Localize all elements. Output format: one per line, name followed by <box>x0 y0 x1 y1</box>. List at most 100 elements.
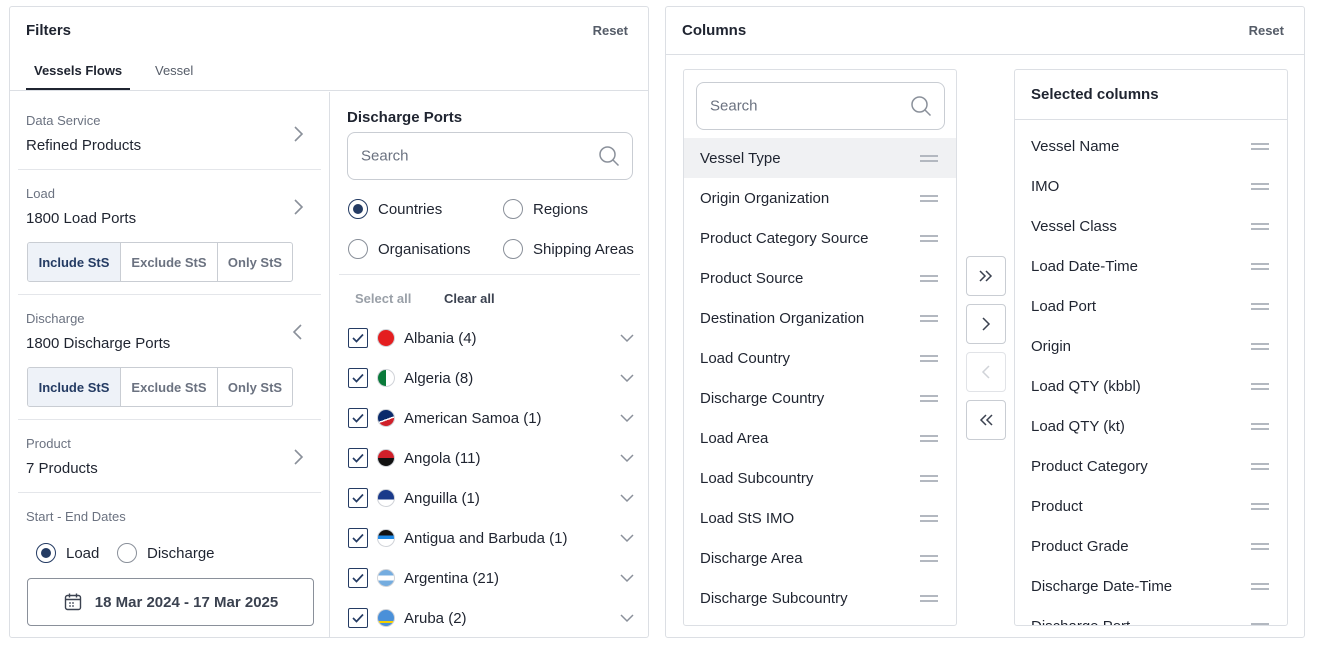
move-left-button[interactable] <box>966 352 1006 392</box>
selected-column-item[interactable]: Product Grade <box>1015 526 1287 566</box>
drag-handle-icon[interactable] <box>1251 460 1269 472</box>
selected-column-item[interactable]: Vessel Class <box>1015 206 1287 246</box>
date-option-load[interactable]: Load <box>36 543 99 563</box>
radio-organisations[interactable] <box>348 239 368 259</box>
chevron-down-icon[interactable] <box>618 569 636 587</box>
selected-column-item[interactable]: Load QTY (kbbl) <box>1015 366 1287 406</box>
discharge-ports-search-input[interactable]: Search <box>347 132 633 180</box>
drag-handle-icon[interactable] <box>1251 580 1269 592</box>
selected-column-item[interactable]: Product Category <box>1015 446 1287 486</box>
country-row[interactable]: Albania (4) <box>348 326 636 350</box>
chevron-down-icon[interactable] <box>618 449 636 467</box>
country-row[interactable]: American Samoa (1) <box>348 406 636 430</box>
move-all-right-button[interactable] <box>966 256 1006 296</box>
country-row[interactable]: Argentina (21) <box>348 566 636 590</box>
drag-handle-icon[interactable] <box>920 432 938 444</box>
drag-handle-icon[interactable] <box>1251 180 1269 192</box>
drag-handle-icon[interactable] <box>920 472 938 484</box>
drag-handle-icon[interactable] <box>1251 500 1269 512</box>
chevron-down-icon[interactable] <box>618 489 636 507</box>
radio-shipping-areas[interactable] <box>503 239 523 259</box>
selected-column-item[interactable]: Discharge Date-Time <box>1015 566 1287 606</box>
drag-handle-icon[interactable] <box>920 312 938 324</box>
country-row[interactable]: Anguilla (1) <box>348 486 636 510</box>
product-filter[interactable]: Product 7 Products <box>18 420 321 493</box>
selected-column-item[interactable]: Load Date-Time <box>1015 246 1287 286</box>
move-all-left-button[interactable] <box>966 400 1006 440</box>
country-checkbox[interactable] <box>348 408 368 428</box>
chevron-down-icon[interactable] <box>618 369 636 387</box>
columns-search-input[interactable]: Search <box>696 82 945 130</box>
drag-handle-icon[interactable] <box>920 152 938 164</box>
group-option-countries[interactable]: Countries <box>348 199 442 219</box>
filters-reset-button[interactable]: Reset <box>593 23 628 38</box>
radio-regions[interactable] <box>503 199 523 219</box>
chevron-down-icon[interactable] <box>618 609 636 627</box>
country-checkbox[interactable] <box>348 448 368 468</box>
available-column-item[interactable]: Load Subcountry <box>684 458 956 498</box>
selected-column-item[interactable]: Origin <box>1015 326 1287 366</box>
drag-handle-icon[interactable] <box>920 392 938 404</box>
tab-vessels-flows[interactable]: Vessels Flows <box>26 63 131 90</box>
selected-column-item[interactable]: Load QTY (kt) <box>1015 406 1287 446</box>
chevron-down-icon[interactable] <box>618 529 636 547</box>
country-checkbox[interactable] <box>348 568 368 588</box>
radio-load[interactable] <box>36 543 56 563</box>
drag-handle-icon[interactable] <box>920 512 938 524</box>
country-row[interactable]: Aruba (2) <box>348 606 636 630</box>
drag-handle-icon[interactable] <box>920 192 938 204</box>
drag-handle-icon[interactable] <box>920 232 938 244</box>
group-option-organisations[interactable]: Organisations <box>348 239 471 259</box>
discharge-only-sts-button[interactable]: Only StS <box>218 368 292 406</box>
date-option-discharge[interactable]: Discharge <box>117 543 215 563</box>
selected-column-item[interactable]: Vessel Name <box>1015 126 1287 166</box>
radio-discharge[interactable] <box>117 543 137 563</box>
available-column-item[interactable]: Discharge Area <box>684 538 956 578</box>
drag-handle-icon[interactable] <box>1251 140 1269 152</box>
drag-handle-icon[interactable] <box>1251 260 1269 272</box>
available-column-item[interactable]: Product Category Source <box>684 218 956 258</box>
available-column-item[interactable]: Vessel Type <box>684 138 956 178</box>
available-column-item[interactable]: Product Source <box>684 258 956 298</box>
discharge-exclude-sts-button[interactable]: Exclude StS <box>121 368 218 406</box>
clear-all-button[interactable]: Clear all <box>444 291 495 306</box>
chevron-right-icon[interactable] <box>289 198 307 216</box>
drag-handle-icon[interactable] <box>1251 300 1269 312</box>
drag-handle-icon[interactable] <box>1251 620 1269 625</box>
country-checkbox[interactable] <box>348 608 368 628</box>
chevron-right-icon[interactable] <box>289 125 307 143</box>
country-checkbox[interactable] <box>348 328 368 348</box>
drag-handle-icon[interactable] <box>920 592 938 604</box>
radio-countries[interactable] <box>348 199 368 219</box>
data-service-filter[interactable]: Data Service Refined Products <box>18 92 321 170</box>
available-column-item[interactable]: Discharge Subcountry <box>684 578 956 618</box>
available-column-item[interactable]: Load Area <box>684 418 956 458</box>
drag-handle-icon[interactable] <box>1251 540 1269 552</box>
available-column-item[interactable]: Discharge Country <box>684 378 956 418</box>
chevron-left-icon[interactable] <box>289 323 307 341</box>
load-only-sts-button[interactable]: Only StS <box>218 243 292 281</box>
country-checkbox[interactable] <box>348 528 368 548</box>
selected-column-item[interactable]: Load Port <box>1015 286 1287 326</box>
chevron-down-icon[interactable] <box>618 329 636 347</box>
select-all-button[interactable]: Select all <box>355 291 411 306</box>
available-column-item[interactable]: Load StS IMO <box>684 498 956 538</box>
drag-handle-icon[interactable] <box>1251 220 1269 232</box>
selected-column-item[interactable]: Product <box>1015 486 1287 526</box>
load-exclude-sts-button[interactable]: Exclude StS <box>121 243 218 281</box>
chevron-down-icon[interactable] <box>618 409 636 427</box>
columns-reset-button[interactable]: Reset <box>1249 23 1284 38</box>
country-row[interactable]: Angola (11) <box>348 446 636 470</box>
country-row[interactable]: Antigua and Barbuda (1) <box>348 526 636 550</box>
drag-handle-icon[interactable] <box>1251 420 1269 432</box>
drag-handle-icon[interactable] <box>1251 340 1269 352</box>
drag-handle-icon[interactable] <box>920 552 938 564</box>
drag-handle-icon[interactable] <box>920 352 938 364</box>
group-option-regions[interactable]: Regions <box>503 199 588 219</box>
selected-column-item[interactable]: Discharge Port <box>1015 606 1287 625</box>
selected-column-item[interactable]: IMO <box>1015 166 1287 206</box>
drag-handle-icon[interactable] <box>1251 380 1269 392</box>
country-checkbox[interactable] <box>348 368 368 388</box>
available-column-item[interactable]: Load Country <box>684 338 956 378</box>
available-column-item[interactable]: Destination Organization <box>684 298 956 338</box>
